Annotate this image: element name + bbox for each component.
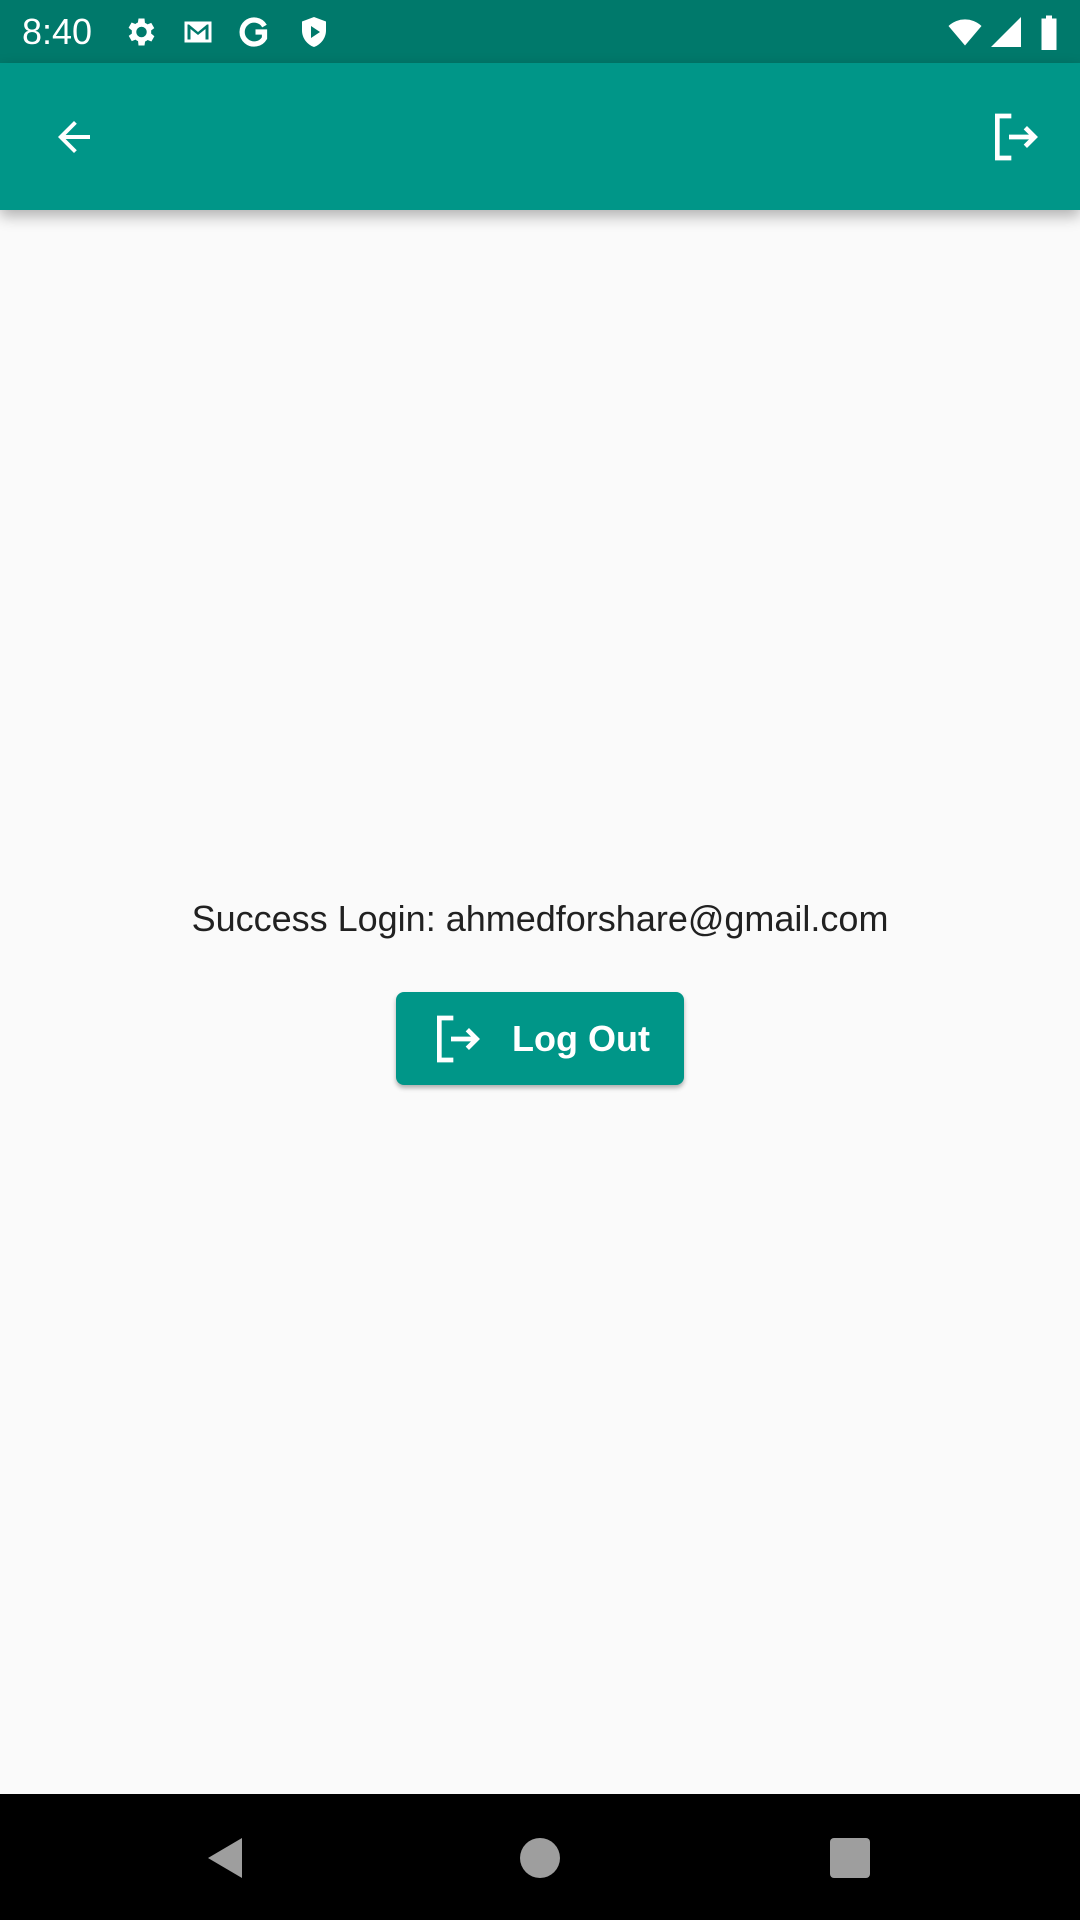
app-bar — [0, 63, 1080, 210]
navigation-bar — [0, 1794, 1080, 1920]
play-protect-icon — [302, 17, 326, 47]
logout-icon — [437, 1015, 480, 1062]
logout-action-button[interactable] — [982, 103, 1050, 171]
nav-back-icon[interactable] — [202, 1834, 250, 1882]
logout-button[interactable]: Log Out — [396, 992, 684, 1085]
wifi-icon — [948, 19, 982, 46]
back-button[interactable] — [40, 103, 108, 171]
logout-icon — [995, 113, 1038, 161]
login-success-message: Success Login: ahmedforshare@gmail.com — [191, 898, 889, 939]
nav-home-icon[interactable] — [516, 1834, 564, 1882]
battery-icon — [1041, 15, 1057, 50]
status-time: 8:40 — [22, 11, 93, 52]
google-icon — [239, 17, 268, 47]
status-bar: 8:40 — [0, 0, 1080, 63]
settings-icon — [128, 18, 155, 46]
logout-button-label: Log Out — [512, 1017, 650, 1059]
nav-recents-icon[interactable] — [826, 1834, 874, 1882]
arrow-back-icon — [58, 121, 90, 153]
gmail-icon — [184, 21, 212, 43]
signal-icon — [991, 17, 1021, 47]
